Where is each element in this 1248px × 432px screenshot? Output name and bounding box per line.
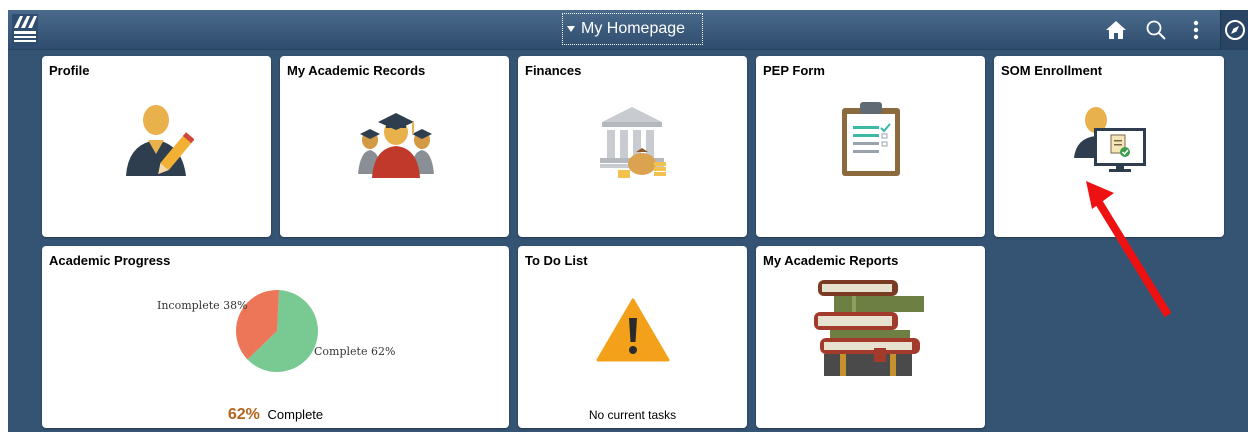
- homepage-title: My Homepage: [581, 20, 686, 37]
- search-icon: [1146, 20, 1166, 40]
- tile-title: My Academic Records: [287, 63, 426, 78]
- annotation-arrow: [1086, 181, 1172, 318]
- tile-title: SOM Enrollment: [1001, 63, 1103, 78]
- home-button[interactable]: [1100, 10, 1132, 50]
- user-computer-enrollment-icon: [1074, 107, 1146, 172]
- top-banner: My Homepage: [8, 10, 1248, 50]
- tile-pep-form[interactable]: PEP Form: [756, 56, 985, 237]
- progress-percent: 62%: [227, 406, 260, 423]
- header-actions: [1100, 10, 1248, 50]
- progress-summary: 62% Complete: [42, 406, 509, 424]
- navbar-compass-icon: [1224, 20, 1245, 40]
- pie-label-complete: Complete 62%: [314, 345, 396, 358]
- navbar-button[interactable]: [1220, 10, 1248, 50]
- bank-money-icon: [600, 107, 666, 178]
- homepage: My Homepage Profile My Academic Records …: [8, 10, 1248, 432]
- tile-title: Profile: [49, 63, 90, 78]
- pie-label-incomplete: Incomplete 38%: [157, 299, 248, 312]
- tile-title: My Academic Reports: [763, 253, 899, 268]
- home-icon: [1106, 21, 1126, 39]
- graduates-icon: [358, 113, 434, 178]
- tile-todo-list[interactable]: To Do List No current tasks: [518, 246, 747, 428]
- clipboard-checklist-icon: [842, 102, 900, 176]
- progress-summary-label: Complete: [267, 407, 324, 422]
- tile-title: To Do List: [525, 253, 588, 268]
- tile-academic-reports[interactable]: My Academic Reports: [756, 246, 985, 428]
- tile-academic-records[interactable]: My Academic Records: [280, 56, 509, 237]
- tile-finances[interactable]: Finances: [518, 56, 747, 237]
- homepage-selector[interactable]: My Homepage: [562, 13, 703, 45]
- todo-empty-message: No current tasks: [588, 408, 677, 422]
- tile-profile[interactable]: Profile: [42, 56, 271, 237]
- actions-menu-button[interactable]: [1180, 10, 1212, 50]
- dropdown-arrow-icon: [567, 26, 575, 32]
- tile-title: PEP Form: [763, 63, 825, 78]
- tile-title: Finances: [525, 63, 582, 78]
- book-stack-icon: [814, 280, 924, 376]
- umass-logo: [12, 14, 38, 46]
- warning-icon: [596, 298, 670, 362]
- more-options-icon: [1193, 20, 1199, 40]
- search-button[interactable]: [1140, 10, 1172, 50]
- tile-title: Academic Progress: [49, 253, 171, 268]
- tile-academic-progress[interactable]: Academic Progress Incomplete 38% Complet…: [42, 246, 509, 428]
- profile-edit-icon: [126, 105, 194, 176]
